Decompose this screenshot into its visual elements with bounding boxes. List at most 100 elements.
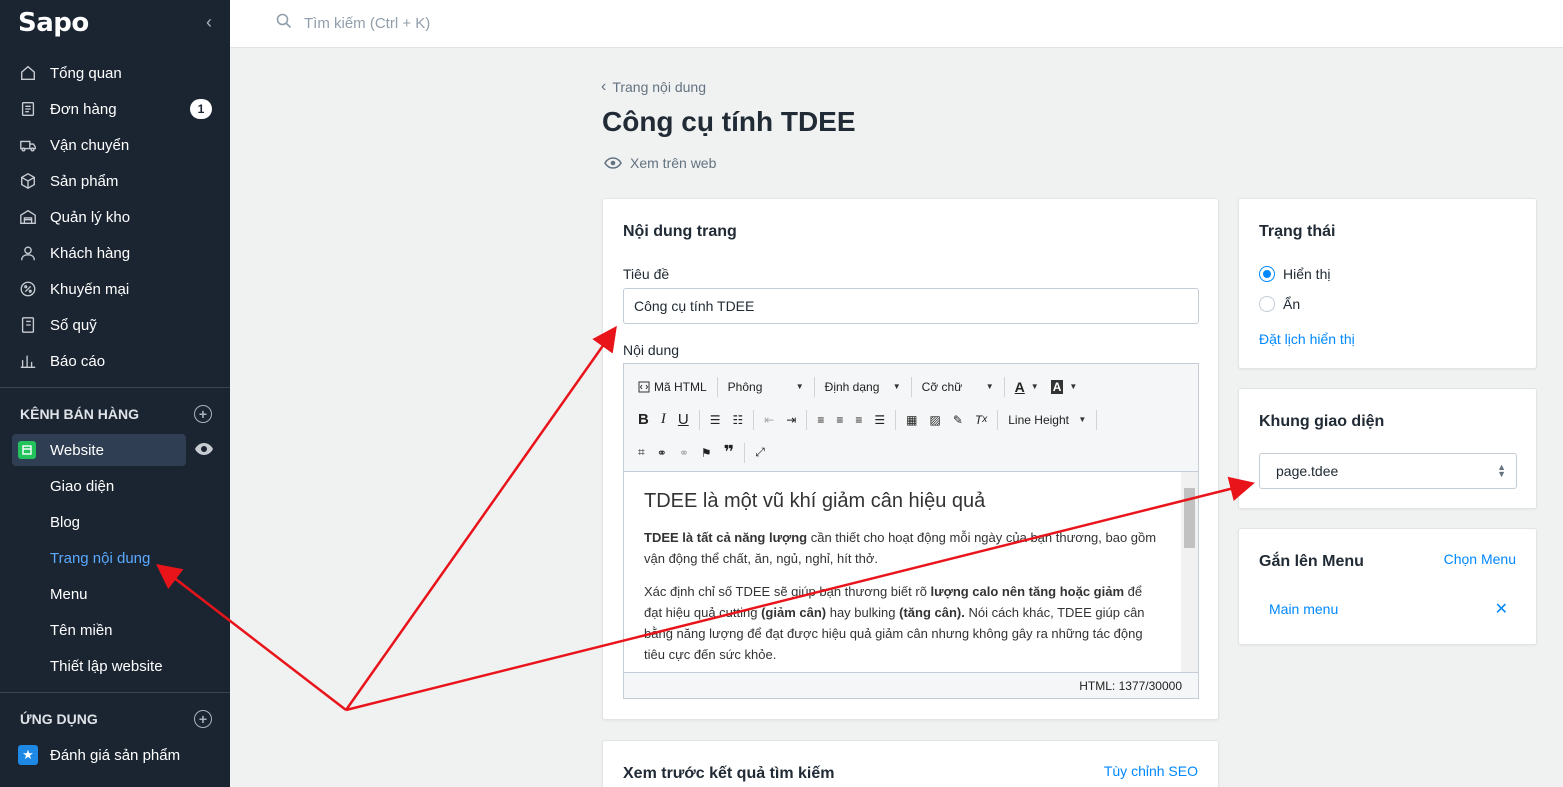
radio-unchecked[interactable]: [1259, 296, 1275, 312]
toolbar-separator: [910, 376, 912, 397]
text-color-button[interactable]: A ▼: [1009, 374, 1045, 400]
app-item-label: Đánh giá sản phẩm: [50, 746, 181, 764]
sidebar-item-blog[interactable]: Blog: [0, 504, 230, 540]
toolbar-separator: [806, 409, 808, 430]
bold-text: (giảm cân): [761, 605, 827, 620]
page-title: Công cụ tính TDEE: [602, 106, 856, 137]
toolbar-separator: [895, 409, 897, 430]
editor-scrollbar[interactable]: [1181, 472, 1198, 672]
sidebar-item-menu[interactable]: Menu: [0, 576, 230, 612]
format-dropdown[interactable]: Định dạng ▼: [819, 374, 907, 400]
bold-icon[interactable]: B: [632, 407, 655, 433]
menu-card-title: Gắn lên Menu: [1259, 553, 1364, 570]
collapse-sidebar-icon[interactable]: ‹: [206, 12, 212, 33]
status-card-title: Trạng thái: [1259, 223, 1336, 240]
template-select[interactable]: page.tdee ▲ ▼: [1259, 453, 1517, 489]
image-icon[interactable]: ▨: [924, 407, 947, 433]
menu-item-main[interactable]: Main menu: [1269, 601, 1338, 617]
hidden-radio-option[interactable]: Ẩn: [1259, 289, 1300, 319]
sidebar-item-website[interactable]: Website: [12, 434, 186, 466]
font-dropdown[interactable]: Phông ▼: [722, 374, 810, 400]
italic-icon[interactable]: I: [655, 407, 672, 433]
sidebar-item-pages[interactable]: Trang nội dung: [0, 540, 230, 576]
sidebar-item-website-settings[interactable]: Thiết lập website: [0, 648, 230, 684]
paragraph-text: Xác định chỉ số TDEE sẽ giúp bạn thương …: [644, 584, 931, 599]
font-size-dropdown-label: Cỡ chữ: [921, 379, 963, 394]
nav-item-overview[interactable]: Tổng quan: [0, 55, 230, 91]
align-justify-icon[interactable]: ☰: [868, 407, 891, 433]
background-color-button[interactable]: A ▼: [1045, 374, 1084, 400]
table-icon[interactable]: ▦: [900, 407, 923, 433]
visible-radio-option[interactable]: Hiển thị: [1259, 259, 1330, 289]
nav-item-cashbook[interactable]: Sổ quỹ: [0, 307, 230, 343]
sidebar: Sapo ‹ Tổng quan Đơn hàng 1 Vận chuyển S…: [0, 0, 230, 787]
view-website-eye-icon[interactable]: [194, 442, 214, 459]
link-icon[interactable]: ⚭: [651, 440, 673, 466]
home-icon: [18, 63, 38, 83]
hidden-radio-label: Ẩn: [1283, 296, 1301, 312]
blockquote-icon[interactable]: ❞: [718, 440, 741, 466]
warehouse-icon: [18, 207, 38, 227]
nav-item-reports[interactable]: Báo cáo: [0, 343, 230, 379]
align-left-icon[interactable]: ≡: [811, 407, 830, 433]
website-label: Website: [50, 441, 104, 459]
align-center-icon[interactable]: ≡: [830, 407, 849, 433]
content-paragraph: TDEE là tất cả năng lượng cần thiết cho …: [644, 527, 1161, 569]
nav-item-products[interactable]: Sản phẩm: [0, 163, 230, 199]
fullscreen-icon[interactable]: ⤢: [749, 440, 771, 466]
unordered-list-icon[interactable]: ☷: [726, 407, 749, 433]
nav-item-promotions[interactable]: Khuyến mại: [0, 271, 230, 307]
app-item-product-reviews[interactable]: ★ Đánh giá sản phẩm: [0, 737, 230, 773]
content-paragraph: Xác định chỉ số TDEE sẽ giúp bạn thương …: [644, 581, 1161, 665]
arrow-to-content-editor: [344, 325, 617, 711]
toolbar-separator: [698, 409, 700, 430]
sidebar-item-themes[interactable]: Giao diện: [0, 468, 230, 504]
sales-channel-heading: KÊNH BÁN HÀNG +: [0, 396, 230, 432]
nav-item-warehouse[interactable]: Quản lý kho: [0, 199, 230, 235]
html-char-count: HTML: 1377/30000: [1079, 678, 1182, 693]
sapo-logo[interactable]: Sapo: [18, 8, 89, 38]
outdent-icon[interactable]: ⇤: [758, 407, 780, 433]
view-on-web-label: Xem trên web: [630, 155, 717, 171]
user-icon: [18, 243, 38, 263]
nav-item-shipping[interactable]: Vận chuyển: [0, 127, 230, 163]
remove-menu-close-icon[interactable]: ✕: [1495, 599, 1508, 619]
breadcrumb[interactable]: ‹ Trang nội dung: [601, 78, 706, 96]
caret-down-icon: ▼: [1030, 382, 1039, 391]
paint-format-icon[interactable]: ✎: [947, 407, 969, 433]
schedule-display-link[interactable]: Đặt lịch hiển thị: [1259, 331, 1355, 347]
html-source-button[interactable]: Mã HTML: [632, 374, 713, 400]
nav-label: Tổng quan: [50, 64, 122, 82]
underline-icon[interactable]: U: [672, 407, 695, 433]
clear-format-icon[interactable]: Tx: [969, 407, 993, 433]
choose-menu-link[interactable]: Chọn Menu: [1444, 551, 1516, 567]
chevron-left-icon: ‹: [601, 78, 607, 95]
nav-item-customers[interactable]: Khách hàng: [0, 235, 230, 271]
indent-icon[interactable]: ⇥: [780, 407, 802, 433]
scrollbar-thumb[interactable]: [1184, 488, 1195, 548]
align-right-icon[interactable]: ≡: [849, 407, 868, 433]
sidebar-item-domains[interactable]: Tên miền: [0, 612, 230, 648]
line-height-dropdown[interactable]: Line Height ▼: [1002, 407, 1092, 433]
font-size-dropdown[interactable]: Cỡ chữ ▼: [916, 374, 1000, 400]
select-arrows-icon: ▲ ▼: [1497, 462, 1506, 479]
search-input[interactable]: Tìm kiếm (Ctrl + K): [304, 15, 430, 32]
unlink-icon[interactable]: ⚭: [673, 440, 695, 466]
customize-seo-link[interactable]: Tùy chỉnh SEO: [1104, 763, 1198, 779]
code-view-icon[interactable]: ⌗: [632, 440, 651, 466]
title-input[interactable]: Công cụ tính TDEE: [623, 288, 1199, 324]
radio-checked[interactable]: [1259, 266, 1275, 282]
view-on-web-link[interactable]: Xem trên web: [604, 155, 716, 171]
add-channel-icon[interactable]: +: [194, 405, 212, 423]
ordered-list-icon[interactable]: ☰: [704, 407, 727, 433]
toolbar-separator: [744, 442, 746, 463]
nav-item-orders[interactable]: Đơn hàng 1: [0, 91, 230, 127]
anchor-flag-icon[interactable]: ⚑: [695, 440, 718, 466]
font-dropdown-label: Phông: [727, 379, 763, 394]
editor-content[interactable]: TDEE là một vũ khí giảm cân hiệu quả TDE…: [624, 472, 1181, 672]
apps-heading-text: ỨNG DỤNG: [20, 711, 98, 727]
toolbar-row: Mã HTML Phông ▼ Định dạng ▼ Cỡ chữ ▼ A ▼ A ▼: [632, 370, 1190, 403]
add-app-icon[interactable]: +: [194, 710, 212, 728]
content-label: Nội dung: [623, 342, 680, 358]
truck-icon: [18, 135, 38, 155]
